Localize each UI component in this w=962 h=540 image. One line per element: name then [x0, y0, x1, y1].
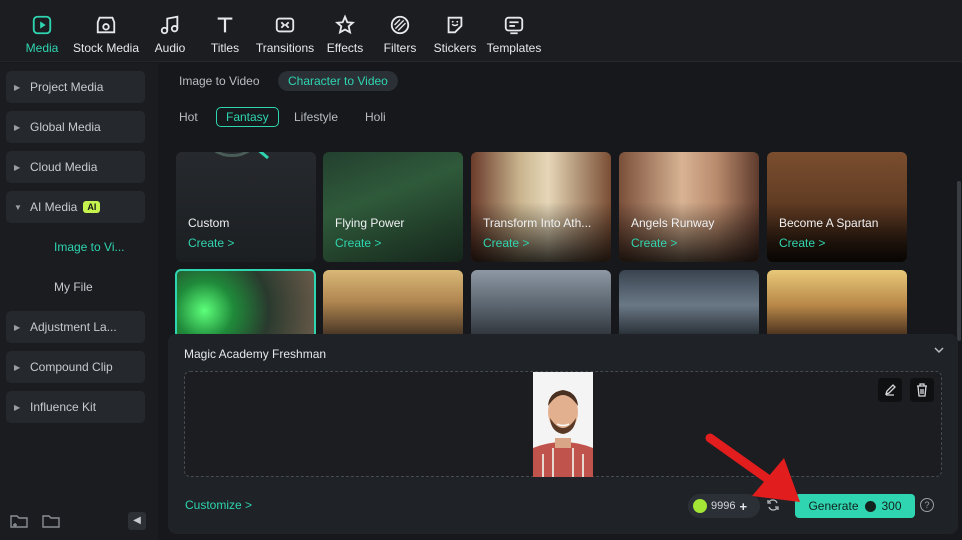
sidebar-subitem-image-to-video[interactable]: Image to Vi...: [54, 240, 124, 254]
media-icon: [32, 15, 52, 35]
caret-right-icon: ▶: [14, 122, 21, 132]
help-icon[interactable]: ?: [920, 498, 934, 512]
stock-media-icon: [96, 16, 116, 34]
template-card-flying-power[interactable]: Flying Power Create >: [323, 152, 463, 262]
card-create-link[interactable]: Create >: [335, 236, 381, 250]
annotation-arrow: [705, 433, 800, 502]
sidebar-item-compound-clip[interactable]: ▶ Compound Clip: [6, 351, 145, 383]
filters-icon: [390, 15, 410, 35]
caret-right-icon: ▶: [14, 82, 21, 92]
stickers-icon: [447, 16, 463, 34]
card-create-link[interactable]: Create >: [779, 236, 825, 250]
template-card-egyptian-queen[interactable]: [767, 270, 907, 340]
tab-character-to-video[interactable]: Character to Video: [278, 71, 398, 91]
card-title: Angels Runway: [631, 216, 715, 230]
sidebar-item-adjustment-layer[interactable]: ▶ Adjustment La...: [6, 311, 145, 343]
template-card-transform-into-athena[interactable]: Transform Into Ath... Create >: [471, 152, 611, 262]
sidebar-item-global-media[interactable]: ▶ Global Media: [6, 111, 145, 143]
card-create-link[interactable]: Create >: [631, 236, 677, 250]
toolbar-effects-label: Effects: [326, 41, 364, 55]
template-card-magic-academy-freshman[interactable]: [175, 269, 316, 339]
caret-down-icon: ▼: [14, 202, 22, 212]
sidebar-item-label: Project Media: [30, 80, 104, 94]
scrollbar-thumb[interactable]: [957, 181, 961, 341]
template-card-pyramid-portrait[interactable]: [323, 270, 463, 340]
chip-hot[interactable]: Hot: [169, 107, 208, 127]
sidebar-item-label: AI Media: [30, 200, 78, 214]
toolbar-templates[interactable]: Templates: [478, 14, 550, 55]
caret-right-icon: ▶: [14, 322, 21, 332]
tab-image-to-video[interactable]: Image to Video: [169, 71, 270, 91]
template-card-angels-runway[interactable]: Angels Runway Create >: [619, 152, 759, 262]
sidebar-item-label: Cloud Media: [30, 160, 98, 174]
card-shade: [471, 202, 611, 262]
sidebar-subitem-my-file[interactable]: My File: [54, 280, 93, 294]
card-shade: [619, 202, 759, 262]
sidebar-item-label: Influence Kit: [30, 400, 97, 414]
card-title: Custom: [188, 216, 230, 230]
chip-holi[interactable]: Holi: [355, 107, 396, 127]
trash-icon: [917, 383, 927, 397]
toolbar-titles-label: Titles: [210, 41, 240, 55]
panel-title: Magic Academy Freshman: [184, 347, 327, 361]
toolbar-media[interactable]: Media: [6, 14, 78, 55]
card-shade: [767, 202, 907, 262]
template-card-custom[interactable]: Custom Create >: [176, 152, 316, 262]
titles-icon: [217, 17, 233, 33]
uploaded-portrait-image: [533, 372, 593, 477]
caret-right-icon: ▶: [14, 402, 21, 412]
card-title: Flying Power: [335, 216, 405, 230]
toolbar-filters-label: Filters: [383, 41, 417, 55]
sidebar-item-label: Adjustment La...: [30, 320, 117, 334]
main-area: Image to Video Character to Video Hot Fa…: [160, 63, 962, 540]
sidebar-item-label: Compound Clip: [30, 360, 113, 374]
pencil-icon: [884, 384, 896, 396]
edit-button[interactable]: [878, 378, 902, 402]
template-card-armor[interactable]: [619, 270, 759, 340]
sidebar-item-cloud-media[interactable]: ▶ Cloud Media: [6, 151, 145, 183]
toolbar-transitions-label: Transitions: [255, 41, 315, 55]
caret-right-icon: ▶: [14, 362, 21, 372]
toolbar-media-label: Media: [25, 41, 59, 55]
templates-icon: [504, 16, 524, 35]
wand-icon: [214, 152, 269, 160]
chevron-down-icon[interactable]: [934, 346, 944, 354]
audio-icon: [160, 15, 179, 35]
new-folder-icon[interactable]: [10, 513, 28, 529]
card-title: Become A Spartan: [779, 216, 879, 230]
template-detail-panel: Magic Academy Freshman Customize > 9996 …: [168, 334, 958, 534]
sidebar-item-project-media[interactable]: ▶ Project Media: [6, 71, 145, 103]
customize-link[interactable]: Customize >: [185, 498, 252, 512]
toolbar-audio-label: Audio: [154, 41, 186, 55]
generate-button[interactable]: Generate 300: [795, 494, 915, 518]
toolbar-stickers-label: Stickers: [433, 41, 477, 55]
generate-cost: 300: [881, 499, 902, 513]
chip-lifestyle[interactable]: Lifestyle: [284, 107, 348, 127]
transitions-icon: [275, 17, 295, 33]
toolbar-templates-label: Templates: [486, 41, 542, 55]
sidebar-item-ai-media[interactable]: ▼ AI Media AI: [6, 191, 145, 223]
upload-dropzone[interactable]: [184, 371, 942, 477]
collapse-sidebar-button[interactable]: ◀: [128, 512, 146, 530]
card-create-link[interactable]: Create >: [188, 236, 234, 250]
toolbar-stock-media[interactable]: Stock Media: [70, 14, 142, 55]
template-card-become-a-spartan[interactable]: Become A Spartan Create >: [767, 152, 907, 262]
delete-button[interactable]: [910, 378, 934, 402]
card-title: Transform Into Ath...: [483, 216, 592, 230]
card-create-link[interactable]: Create >: [483, 236, 529, 250]
effects-icon: [335, 14, 355, 35]
sidebar: ▶ Project Media ▶ Global Media ▶ Cloud M…: [0, 63, 158, 540]
caret-right-icon: ▶: [14, 162, 21, 172]
sidebar-item-label: Global Media: [30, 120, 101, 134]
sidebar-item-influence-kit[interactable]: ▶ Influence Kit: [6, 391, 145, 423]
folder-icon[interactable]: [42, 513, 60, 529]
toolbar-stock-media-label: Stock Media: [72, 41, 140, 55]
chip-fantasy[interactable]: Fantasy: [216, 107, 279, 127]
generate-label: Generate: [808, 499, 859, 513]
credit-coin-icon: [864, 500, 876, 512]
ai-badge: AI: [83, 201, 101, 213]
template-card-robot-companion[interactable]: [471, 270, 611, 340]
top-toolbar: Media Stock Media Audio Titles Transitio…: [0, 0, 962, 62]
